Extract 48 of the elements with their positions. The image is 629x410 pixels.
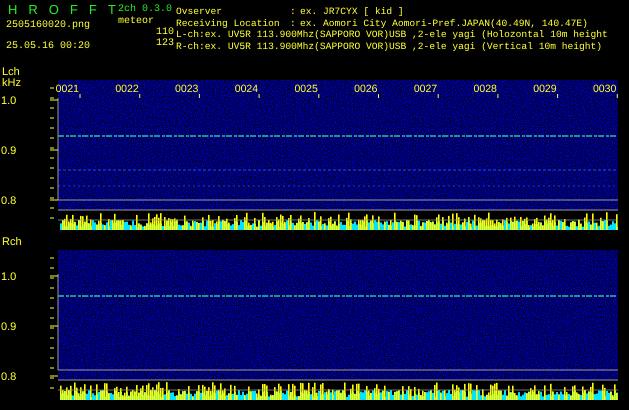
colon: : — [290, 18, 297, 29]
time-label: 0027 — [414, 83, 438, 95]
time-tick — [258, 94, 260, 98]
channel-label: Lch — [2, 66, 20, 78]
axis-label: 1.0 — [1, 271, 16, 283]
info-label: Ovserver — [176, 6, 224, 18]
version-label: 2ch 0.3.0 — [118, 4, 174, 16]
time-label: 0025 — [294, 83, 318, 95]
info-value: ex. Aomori City Aomori-Pref.JAPAN(40.49N, 140.47E) — [300, 18, 588, 29]
axis-label: 0.8 — [1, 195, 16, 207]
time-tick — [438, 94, 439, 98]
time-tick — [557, 94, 558, 98]
time-tick — [198, 94, 200, 98]
channel-info: L-ch:ex. UV5R 113.900Mhz(SAPPORO VOR)USB ,2-ele yagi (Holozontal 10m height — [176, 29, 608, 40]
time-label: 0029 — [533, 83, 557, 95]
title-letter: H — [8, 3, 18, 19]
time-tick — [497, 94, 498, 98]
title-letter: F — [70, 3, 78, 19]
title-letter: T — [108, 3, 116, 19]
time-tick — [318, 94, 320, 98]
time-label: 0028 — [474, 83, 497, 95]
title-letter: F — [88, 3, 97, 19]
mode-label: meteor — [118, 16, 156, 27]
channel-info: R-ch:ex. UV5R 113.900Mhz(SAPPORO VOR)USB ,2-ele yagi (Vertical 10m height) — [176, 40, 602, 52]
time-tick — [616, 94, 618, 98]
axis-label: 0.9 — [1, 321, 16, 333]
time-label: 0026 — [354, 83, 378, 95]
colon: : — [290, 6, 297, 18]
time-label: 0030 — [592, 83, 616, 95]
title-letter: O — [48, 3, 59, 19]
time-tick — [139, 94, 140, 98]
timestamp: 25.05.16 00:20 — [6, 41, 92, 52]
info-value: ex. JR7CYX [ kid ] — [300, 6, 404, 18]
axis-label: 0.9 — [1, 145, 16, 157]
axis-label: 1.0 — [1, 95, 16, 107]
time-label: 0021 — [56, 83, 79, 95]
count-value: 123 — [154, 38, 174, 49]
time-label: 0023 — [175, 83, 198, 95]
time-label: 0024 — [234, 83, 258, 95]
file-name: 2505160020.png — [6, 20, 92, 31]
info-label: Receiving Location — [176, 18, 281, 29]
title-letter: R — [28, 3, 38, 19]
channel-label: Rch — [2, 236, 22, 248]
time-tick — [378, 94, 379, 98]
axis-label: 0.8 — [1, 371, 16, 383]
unit-label: kHz — [2, 77, 21, 89]
count-value: 110 — [154, 27, 174, 38]
time-label: 0022 — [115, 83, 139, 95]
